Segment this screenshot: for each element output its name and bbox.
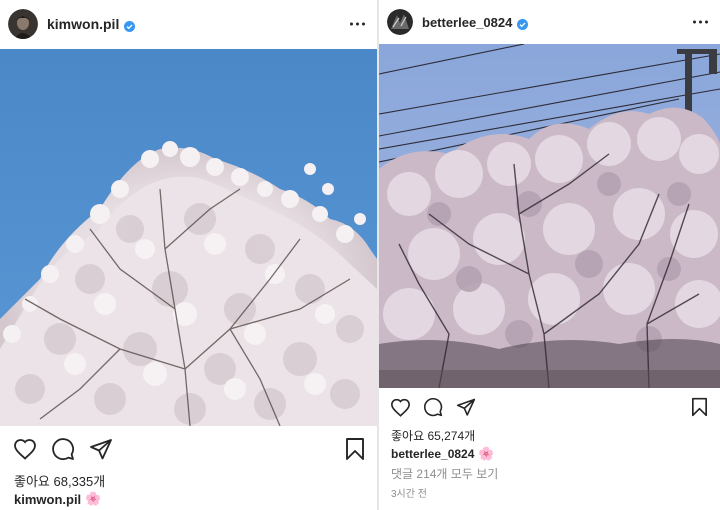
post-header: betterlee_0824: [379, 0, 720, 44]
post-header: kimwon.pil: [0, 0, 377, 48]
username[interactable]: kimwon.pil: [47, 16, 119, 32]
action-bar: [0, 434, 377, 464]
heart-icon[interactable]: [389, 396, 411, 418]
like-count[interactable]: 좋아요 68,335개: [14, 471, 105, 490]
paper-plane-icon[interactable]: [88, 436, 114, 462]
heart-icon[interactable]: [12, 436, 38, 462]
post-timestamp: 3시간 전: [391, 489, 427, 500]
post-photo[interactable]: [379, 44, 720, 388]
like-count[interactable]: 좋아요 65,274개: [391, 427, 475, 444]
bookmark-icon[interactable]: [691, 397, 708, 417]
caption: betterlee_0824 🌸: [391, 446, 495, 462]
bookmark-icon[interactable]: [345, 437, 365, 461]
paper-plane-icon[interactable]: [455, 396, 477, 418]
more-options-icon[interactable]: [350, 22, 365, 26]
caption: kimwon.pil 🌸: [14, 491, 101, 507]
cherry-blossom-emoji: 🌸: [85, 491, 102, 506]
post-betterlee-0824: betterlee_0824 좋아요 65,274개 betterlee_082…: [377, 0, 720, 510]
username[interactable]: betterlee_0824: [422, 15, 512, 30]
post-kimwon-pil: kimwon.pil 좋아요 68,335개 kimwon.pil 🌸: [0, 0, 377, 510]
caption-username[interactable]: betterlee_0824: [391, 447, 474, 461]
comment-icon[interactable]: [50, 436, 76, 462]
comment-icon[interactable]: [422, 396, 444, 418]
action-bar: [379, 394, 720, 420]
post-photo[interactable]: [0, 49, 377, 426]
verified-badge-icon: [517, 17, 529, 30]
view-all-comments-link[interactable]: 댓글 214개 모두 보기: [391, 465, 498, 482]
avatar[interactable]: [8, 9, 38, 39]
cherry-blossom-emoji: 🌸: [478, 446, 495, 461]
more-options-icon[interactable]: [693, 20, 708, 24]
caption-username[interactable]: kimwon.pil: [14, 492, 81, 507]
avatar[interactable]: [387, 9, 413, 35]
verified-badge-icon: [124, 19, 136, 32]
